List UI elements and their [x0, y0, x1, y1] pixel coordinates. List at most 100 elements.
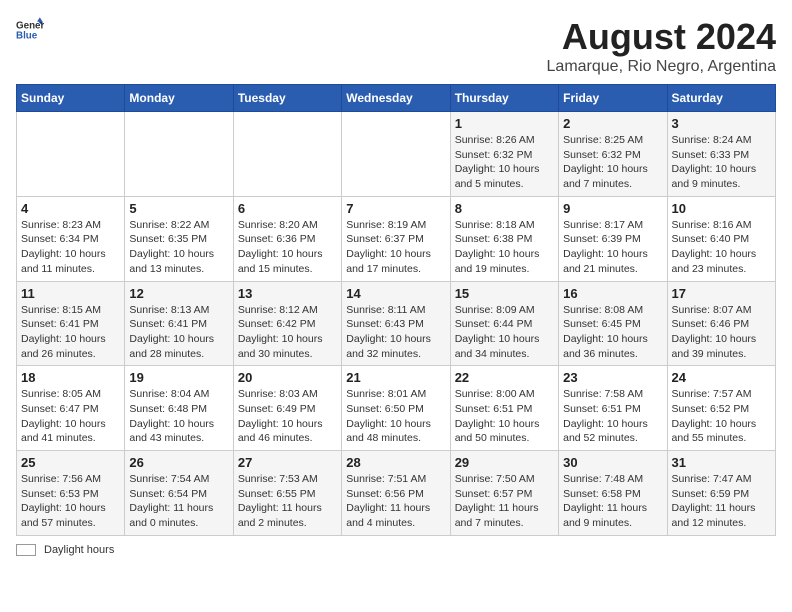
day-detail: Sunrise: 8:17 AM Sunset: 6:39 PM Dayligh…	[563, 218, 662, 277]
day-of-week-header: Monday	[125, 85, 233, 112]
day-of-week-header: Friday	[559, 85, 667, 112]
day-number: 3	[672, 116, 771, 131]
day-number: 19	[129, 370, 228, 385]
day-number: 17	[672, 286, 771, 301]
calendar-cell: 11 Sunrise: 8:15 AM Sunset: 6:41 PM Dayli…	[17, 281, 125, 366]
calendar-cell: 3 Sunrise: 8:24 AM Sunset: 6:33 PM Daylig…	[667, 112, 775, 197]
calendar-cell: 31Sunrise: 7:47 AM Sunset: 6:59 PM Dayli…	[667, 451, 775, 536]
day-of-week-header: Wednesday	[342, 85, 450, 112]
day-number: 30	[563, 455, 662, 470]
day-number: 29	[455, 455, 554, 470]
calendar-cell: 27Sunrise: 7:53 AM Sunset: 6:55 PM Dayli…	[233, 451, 341, 536]
day-detail: Sunrise: 8:07 AM Sunset: 6:46 PM Dayligh…	[672, 303, 771, 362]
day-number: 4	[21, 201, 120, 216]
day-number: 2	[563, 116, 662, 131]
calendar-cell	[17, 112, 125, 197]
calendar-week-row: 1Sunrise: 8:26 AM Sunset: 6:32 PM Daylig…	[17, 112, 776, 197]
day-number: 12	[129, 286, 228, 301]
logo: General Blue	[16, 16, 44, 44]
calendar-cell: 28Sunrise: 7:51 AM Sunset: 6:56 PM Dayli…	[342, 451, 450, 536]
day-number: 23	[563, 370, 662, 385]
calendar-week-row: 11 Sunrise: 8:15 AM Sunset: 6:41 PM Dayli…	[17, 281, 776, 366]
day-number: 18	[21, 370, 120, 385]
calendar-week-row: 18 Sunrise: 8:05 AM Sunset: 6:47 PM Dayli…	[17, 366, 776, 451]
calendar-cell: 6 Sunrise: 8:20 AM Sunset: 6:36 PM Daylig…	[233, 196, 341, 281]
day-detail: Sunrise: 7:58 AM Sunset: 6:51 PM Dayligh…	[563, 387, 662, 446]
calendar-cell: 21Sunrise: 8:01 AM Sunset: 6:50 PM Dayli…	[342, 366, 450, 451]
day-detail: Sunrise: 8:03 AM Sunset: 6:49 PM Dayligh…	[238, 387, 337, 446]
day-number: 21	[346, 370, 445, 385]
day-of-week-header: Sunday	[17, 85, 125, 112]
calendar-cell: 10Sunrise: 8:16 AM Sunset: 6:40 PM Dayli…	[667, 196, 775, 281]
day-number: 11	[21, 286, 120, 301]
header-row: SundayMondayTuesdayWednesdayThursdayFrid…	[17, 85, 776, 112]
calendar-cell: 20 Sunrise: 8:03 AM Sunset: 6:49 PM Dayli…	[233, 366, 341, 451]
day-detail: Sunrise: 8:00 AM Sunset: 6:51 PM Dayligh…	[455, 387, 554, 446]
calendar-cell: 1Sunrise: 8:26 AM Sunset: 6:32 PM Daylig…	[450, 112, 558, 197]
calendar-cell: 23 Sunrise: 7:58 AM Sunset: 6:51 PM Dayli…	[559, 366, 667, 451]
day-number: 9	[563, 201, 662, 216]
day-detail: Sunrise: 7:48 AM Sunset: 6:58 PM Dayligh…	[563, 472, 662, 531]
calendar-cell: 26 Sunrise: 7:54 AM Sunset: 6:54 PM Dayli…	[125, 451, 233, 536]
calendar-cell: 30 Sunrise: 7:48 AM Sunset: 6:58 PM Dayli…	[559, 451, 667, 536]
day-number: 26	[129, 455, 228, 470]
day-number: 15	[455, 286, 554, 301]
legend-box	[16, 544, 36, 556]
day-detail: Sunrise: 8:08 AM Sunset: 6:45 PM Dayligh…	[563, 303, 662, 362]
day-number: 22	[455, 370, 554, 385]
calendar-cell: 8 Sunrise: 8:18 AM Sunset: 6:38 PM Daylig…	[450, 196, 558, 281]
footer: Daylight hours	[16, 544, 776, 556]
main-title: August 2024	[547, 16, 776, 58]
day-detail: Sunrise: 8:15 AM Sunset: 6:41 PM Dayligh…	[21, 303, 120, 362]
calendar-cell: 13Sunrise: 8:12 AM Sunset: 6:42 PM Dayli…	[233, 281, 341, 366]
day-detail: Sunrise: 8:16 AM Sunset: 6:40 PM Dayligh…	[672, 218, 771, 277]
calendar-cell: 25Sunrise: 7:56 AM Sunset: 6:53 PM Dayli…	[17, 451, 125, 536]
calendar-week-row: 25Sunrise: 7:56 AM Sunset: 6:53 PM Dayli…	[17, 451, 776, 536]
day-detail: Sunrise: 8:05 AM Sunset: 6:47 PM Dayligh…	[21, 387, 120, 446]
calendar-cell: 7Sunrise: 8:19 AM Sunset: 6:37 PM Daylig…	[342, 196, 450, 281]
day-number: 28	[346, 455, 445, 470]
calendar-cell	[342, 112, 450, 197]
day-number: 5	[129, 201, 228, 216]
day-of-week-header: Thursday	[450, 85, 558, 112]
day-detail: Sunrise: 7:54 AM Sunset: 6:54 PM Dayligh…	[129, 472, 228, 531]
day-of-week-header: Tuesday	[233, 85, 341, 112]
calendar-cell: 24Sunrise: 7:57 AM Sunset: 6:52 PM Dayli…	[667, 366, 775, 451]
day-number: 8	[455, 201, 554, 216]
logo-icon: General Blue	[16, 16, 44, 44]
day-number: 13	[238, 286, 337, 301]
calendar-cell: 29Sunrise: 7:50 AM Sunset: 6:57 PM Dayli…	[450, 451, 558, 536]
calendar-cell: 22 Sunrise: 8:00 AM Sunset: 6:51 PM Dayli…	[450, 366, 558, 451]
day-detail: Sunrise: 7:56 AM Sunset: 6:53 PM Dayligh…	[21, 472, 120, 531]
subtitle: Lamarque, Rio Negro, Argentina	[547, 58, 776, 76]
day-detail: Sunrise: 8:22 AM Sunset: 6:35 PM Dayligh…	[129, 218, 228, 277]
page-header: General Blue August 2024 Lamarque, Rio N…	[16, 16, 776, 76]
day-detail: Sunrise: 8:09 AM Sunset: 6:44 PM Dayligh…	[455, 303, 554, 362]
calendar-cell: 19Sunrise: 8:04 AM Sunset: 6:48 PM Dayli…	[125, 366, 233, 451]
calendar-cell: 14 Sunrise: 8:11 AM Sunset: 6:43 PM Dayli…	[342, 281, 450, 366]
day-detail: Sunrise: 8:18 AM Sunset: 6:38 PM Dayligh…	[455, 218, 554, 277]
calendar-cell: 16Sunrise: 8:08 AM Sunset: 6:45 PM Dayli…	[559, 281, 667, 366]
day-detail: Sunrise: 7:57 AM Sunset: 6:52 PM Dayligh…	[672, 387, 771, 446]
legend-label: Daylight hours	[44, 544, 114, 556]
day-detail: Sunrise: 8:19 AM Sunset: 6:37 PM Dayligh…	[346, 218, 445, 277]
day-number: 6	[238, 201, 337, 216]
day-number: 20	[238, 370, 337, 385]
svg-text:Blue: Blue	[16, 30, 38, 41]
day-detail: Sunrise: 7:47 AM Sunset: 6:59 PM Dayligh…	[672, 472, 771, 531]
calendar-cell	[233, 112, 341, 197]
day-detail: Sunrise: 8:11 AM Sunset: 6:43 PM Dayligh…	[346, 303, 445, 362]
calendar-cell: 5 Sunrise: 8:22 AM Sunset: 6:35 PM Daylig…	[125, 196, 233, 281]
day-detail: Sunrise: 8:24 AM Sunset: 6:33 PM Dayligh…	[672, 133, 771, 192]
day-number: 27	[238, 455, 337, 470]
calendar-cell: 18 Sunrise: 8:05 AM Sunset: 6:47 PM Dayli…	[17, 366, 125, 451]
calendar-cell: 4Sunrise: 8:23 AM Sunset: 6:34 PM Daylig…	[17, 196, 125, 281]
day-number: 14	[346, 286, 445, 301]
day-of-week-header: Saturday	[667, 85, 775, 112]
calendar-cell: 17 Sunrise: 8:07 AM Sunset: 6:46 PM Dayli…	[667, 281, 775, 366]
day-detail: Sunrise: 8:25 AM Sunset: 6:32 PM Dayligh…	[563, 133, 662, 192]
calendar-cell: 9 Sunrise: 8:17 AM Sunset: 6:39 PM Daylig…	[559, 196, 667, 281]
day-detail: Sunrise: 8:26 AM Sunset: 6:32 PM Dayligh…	[455, 133, 554, 192]
calendar-body: 1Sunrise: 8:26 AM Sunset: 6:32 PM Daylig…	[17, 112, 776, 536]
day-detail: Sunrise: 8:20 AM Sunset: 6:36 PM Dayligh…	[238, 218, 337, 277]
